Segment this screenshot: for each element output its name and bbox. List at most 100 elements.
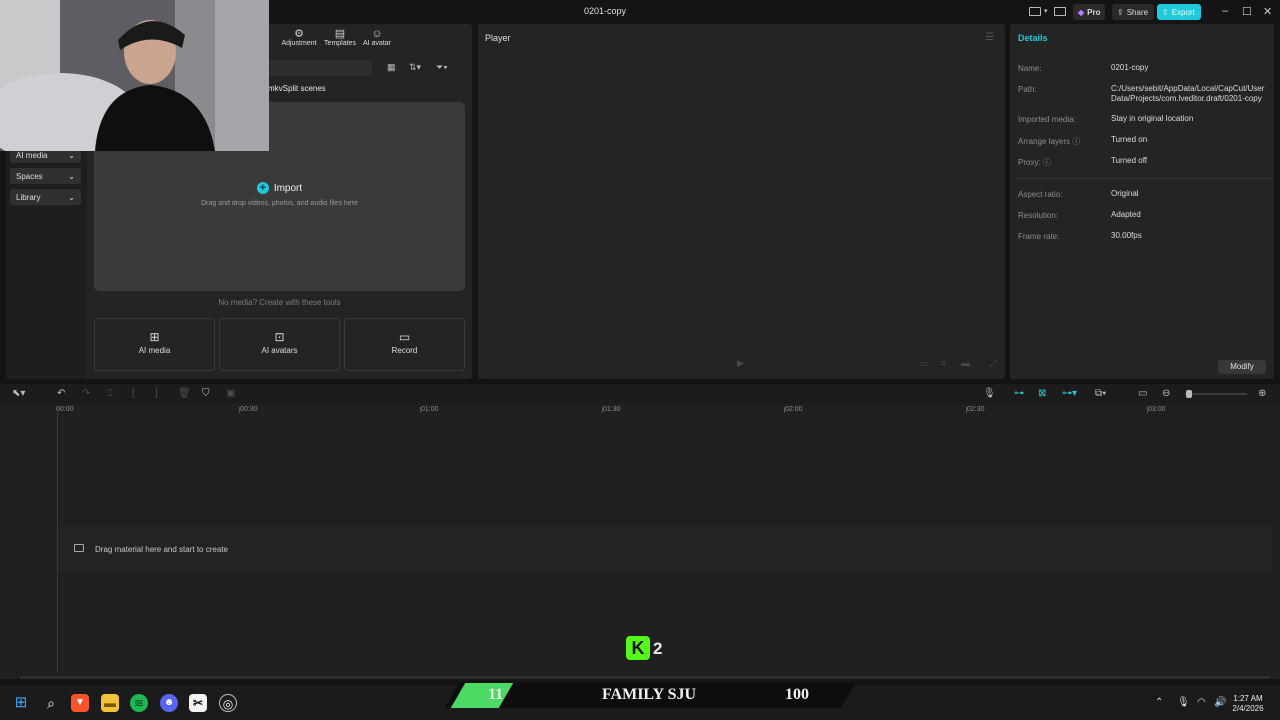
magnet-icon[interactable]: ⊶▾ [1062,388,1077,399]
tab-templates[interactable]: ▤ Templates [320,28,360,47]
ai-avatars-card[interactable]: ⊡ AI avatars [219,318,340,371]
ratio-icon[interactable]: ▭ [920,358,929,369]
details-value: C:/Users/sebit/AppData/Local/CapCut/User… [1111,84,1265,103]
brave-browser-icon[interactable]: ▼ [71,694,89,712]
close-icon[interactable]: ✕ [1263,5,1272,18]
maximize-icon[interactable]: ☐ [1242,5,1252,18]
snap-icon[interactable]: ⊠ [1038,388,1046,399]
shield-icon[interactable]: ⛉ [202,388,210,399]
link-icon[interactable]: ⊶ [1014,388,1024,399]
ruler-label: 00:30 [240,406,258,413]
details-value: 0201-copy [1111,63,1149,72]
ruler-tick [1147,407,1148,413]
details-label: Arrange layers ⓘ [1018,137,1081,146]
ruler-tick [602,407,603,413]
grid-view-icon[interactable]: ▦ [387,62,396,73]
ai-avatar-icon: ⊡ [274,330,285,344]
select-tool-icon[interactable]: ⬉▾ [12,388,25,399]
sidebar-item-library[interactable]: Library ⌄ [10,189,81,205]
ruler-label: 01:00 [421,406,439,413]
score-right: 100 [785,686,809,703]
chevron-up-icon[interactable]: ⌃ [1155,697,1163,708]
ruler-label: 01:30 [603,406,621,413]
microphone-icon[interactable]: 🎙 [1177,697,1190,708]
microphone-icon[interactable]: 🎙 [983,388,996,399]
ruler-label: 03:00 [1148,406,1166,413]
filter-icon[interactable]: ⏷▾ [436,62,448,73]
layout-icon[interactable] [1029,7,1041,16]
share-button[interactable]: ⇪ Share [1112,4,1154,20]
split-icon[interactable]: ⌶ [107,388,113,399]
preview-axis-icon[interactable]: ⧉▾ [1095,388,1106,399]
player-title: Player [485,33,511,43]
play-icon[interactable]: ▶ [737,358,744,369]
discord-icon[interactable]: ☻ [160,694,178,712]
search-icon[interactable]: ⌕ [42,694,60,712]
split-scenes-toggle[interactable]: mkvSplit scenes [268,84,326,93]
ruler-label: 00:00 [56,406,74,413]
zoom-in-icon[interactable]: ⊕ [1258,388,1266,399]
camera-icon: ▭ [398,330,411,344]
timeline-toolbar [0,384,1280,404]
export-button[interactable]: ⇧ Export [1157,4,1201,20]
modify-button[interactable]: Modify [1218,360,1266,374]
file-explorer-icon[interactable]: ▬ [101,694,119,712]
windows-start-icon[interactable]: ⊞ [12,694,30,712]
sort-icon[interactable]: ⇅▾ [409,62,421,73]
ruler-tick [420,407,421,413]
menu-icon[interactable]: ☰ [985,32,994,43]
minimize-icon[interactable]: – [1222,5,1228,17]
details-value: Turned on [1111,135,1148,144]
quality-icon[interactable]: ▬ [961,358,970,368]
clock[interactable]: 1:27 AM 2/4/2026 [1228,694,1268,714]
ai-media-card[interactable]: ⊞ AI media [94,318,215,371]
chevron-down-icon[interactable]: ▾ [1044,7,1048,15]
zoom-handle[interactable] [1186,390,1192,398]
details-panel [1010,24,1274,379]
redo-icon[interactable]: ↷ [82,388,90,399]
player-panel [478,24,1005,379]
subtitle-icon[interactable]: ▭ [1138,388,1147,399]
kick-viewer-count: 2 [653,639,663,658]
tab-adjustment[interactable]: ⚙ Adjustment [279,28,319,47]
details-value: Original [1111,189,1139,198]
zoom-slider[interactable] [1185,393,1247,395]
timeline-scrollbar[interactable] [20,676,1270,679]
kick-logo: K [626,636,650,660]
info-icon: ⓘ [1042,158,1051,167]
record-card[interactable]: ▭ Record [344,318,465,371]
video-track-icon [74,544,84,552]
ai-media-icon: ⊞ [149,330,160,344]
thumbnail-icon[interactable]: ▣ [226,388,235,399]
track-drop-hint: Drag material here and start to create [95,545,228,554]
crop-icon[interactable]: ⌗ [941,358,946,369]
wifi-icon[interactable]: ◠ [1197,697,1206,708]
main-track[interactable] [58,526,1272,573]
details-label: Name: [1018,64,1042,73]
ruler-tick [966,407,967,413]
spotify-icon[interactable]: ≋ [130,694,148,712]
search-input[interactable] [270,60,372,76]
delete-icon[interactable]: 🗑 [178,388,191,399]
divider [1016,178,1272,179]
clock-time: 1:27 AM [1233,694,1263,703]
details-value: Adapted [1111,210,1141,219]
details-label: Path: [1018,85,1037,94]
obs-icon[interactable]: ◎ [219,694,237,712]
webcam-overlay [0,0,269,151]
fullscreen-icon[interactable]: ⤢ [990,358,997,369]
import-button[interactable]: + Import [94,182,465,194]
capcut-icon[interactable]: ✂ [189,694,207,712]
clock-date: 2/4/2026 [1232,704,1264,713]
undo-icon[interactable]: ↶ [57,388,65,399]
details-value: 30.00fps [1111,231,1142,240]
trim-left-icon[interactable]: [ [132,388,135,399]
shortcut-icon[interactable] [1054,7,1066,16]
tab-ai-avatar[interactable]: ☺ AI avatar [357,28,397,47]
zoom-out-icon[interactable]: ⊖ [1162,388,1170,399]
info-icon: ⓘ [1072,137,1081,146]
pro-button[interactable]: ◆ Pro [1073,4,1105,20]
volume-icon[interactable]: 🔊 [1214,697,1226,708]
sidebar-item-spaces[interactable]: Spaces ⌄ [10,168,81,184]
trim-right-icon[interactable]: ] [155,388,158,399]
